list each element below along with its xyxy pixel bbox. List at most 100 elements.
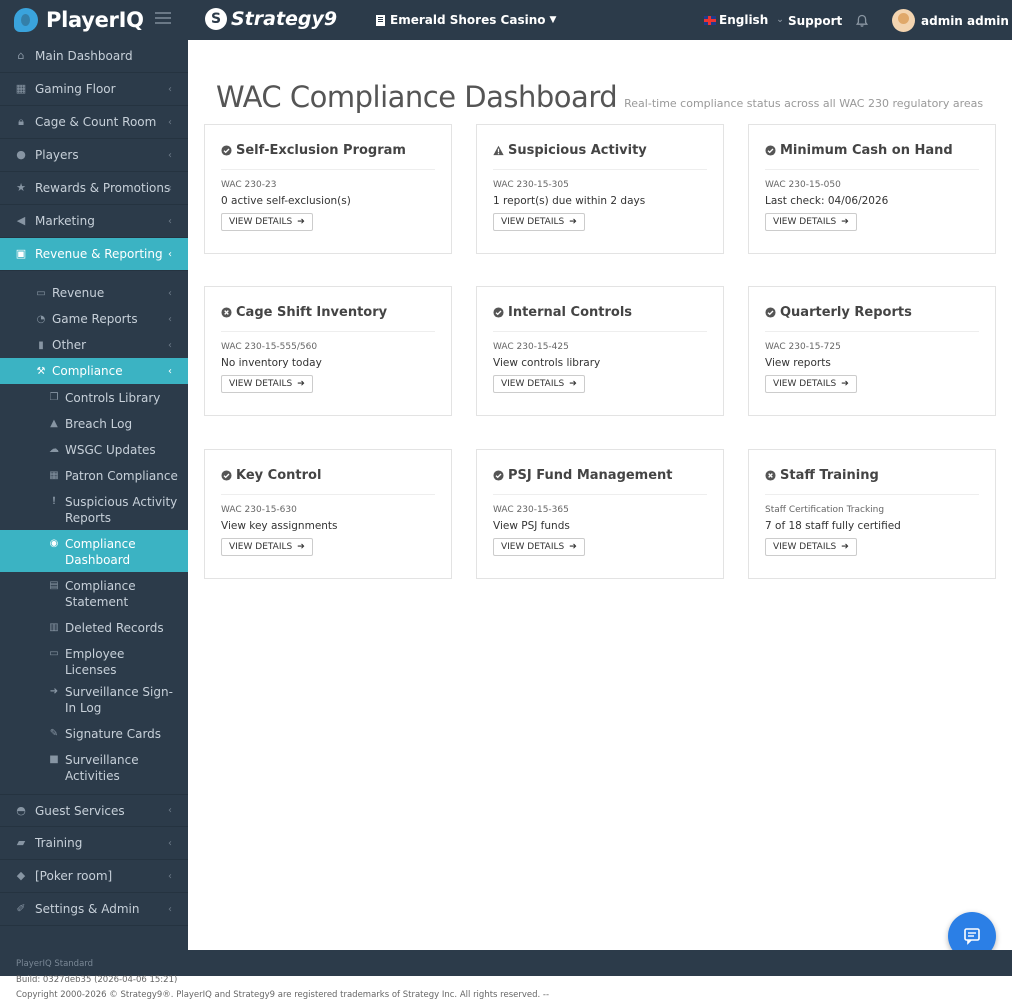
menu-toggle-icon[interactable] — [155, 12, 171, 26]
brand-logo[interactable]: PlayerIQ — [14, 6, 144, 34]
view-details-button[interactable]: VIEW DETAILS ➔ — [493, 213, 585, 231]
language-label: English — [719, 13, 769, 27]
table-icon: ▦ — [15, 82, 27, 95]
sidebar-item-label: Breach Log — [65, 417, 133, 431]
button-label: VIEW DETAILS — [501, 542, 565, 552]
view-details-button[interactable]: VIEW DETAILS ➔ — [765, 213, 857, 231]
page-title: WAC Compliance Dashboard — [216, 80, 618, 114]
arrow-right-icon: ➔ — [569, 379, 577, 389]
sidebar-item-employee-licenses[interactable]: ▭ Employee Licenses — [0, 640, 188, 678]
card-title-text: Suspicious Activity — [508, 143, 647, 158]
card-status: View controls library — [493, 357, 601, 369]
chevron-down-icon: ‹ — [168, 365, 172, 377]
sidebar-item-main-dashboard[interactable]: ⌂ Main Dashboard — [0, 40, 188, 73]
card-regulation-code: WAC 230-15-630 — [221, 505, 297, 515]
view-details-button[interactable]: VIEW DETAILS ➔ — [221, 538, 313, 556]
chevron-left-icon: ‹ — [168, 837, 172, 849]
card-title-text: Minimum Cash on Hand — [780, 143, 953, 158]
card-title-text: Staff Training — [780, 468, 879, 483]
card-regulation-code: WAC 230-15-425 — [493, 342, 569, 352]
footer: PlayerIQ Standard Build: 0327deb35 (2026… — [0, 950, 1012, 1008]
chevron-left-icon: ‹ — [168, 339, 172, 351]
check-circle-icon — [493, 470, 504, 481]
sidebar-item-guest-services[interactable]: ◓ Guest Services ‹ — [0, 794, 188, 827]
card-status: View reports — [765, 357, 831, 369]
building-icon — [376, 14, 385, 26]
view-details-button[interactable]: VIEW DETAILS ➔ — [493, 538, 585, 556]
sidebar-item-other[interactable]: ▮ Other ‹ — [0, 332, 188, 358]
sidebar-item-compliance-dashboard[interactable]: ◉ Compliance Dashboard — [0, 530, 188, 572]
arrow-right-icon: ➔ — [569, 217, 577, 227]
sidebar-item-settings-admin[interactable]: ✐ Settings & Admin ‹ — [0, 893, 188, 926]
language-selector[interactable]: English ⌄ — [704, 13, 784, 27]
sidebar-item-compliance-statement[interactable]: ▤ Compliance Statement — [0, 572, 188, 614]
card-title-text: Key Control — [236, 468, 322, 483]
diamond-icon: ◆ — [16, 869, 26, 882]
sidebar-item-training[interactable]: ▰ Training ‹ — [0, 827, 188, 860]
sidebar-item-suspicious-activity-reports[interactable]: ❗︎ Suspicious Activity Reports — [0, 488, 188, 530]
sidebar-item-cage-count-room[interactable]: 🔒︎ Cage & Count Room ‹ — [0, 106, 188, 139]
caret-down-icon: ▼ — [549, 15, 557, 25]
chevron-left-icon: ‹ — [168, 83, 172, 95]
sidebar-item-patron-compliance[interactable]: ▦ Patron Compliance — [0, 462, 188, 488]
user-icon: ● — [16, 148, 26, 161]
star-icon: ★ — [16, 181, 26, 194]
support-link[interactable]: Support — [788, 14, 842, 28]
chevron-left-icon: ‹ — [168, 903, 172, 915]
notifications-bell-icon[interactable] — [855, 14, 869, 28]
card-regulation-code: WAC 230-23 — [221, 180, 277, 190]
pie-chart-icon: ◔ — [36, 313, 46, 325]
edit-icon: ✎ — [49, 728, 59, 739]
button-label: VIEW DETAILS — [501, 379, 565, 389]
button-label: VIEW DETAILS — [229, 542, 293, 552]
view-details-button[interactable]: VIEW DETAILS ➔ — [765, 375, 857, 393]
view-details-button[interactable]: VIEW DETAILS ➔ — [493, 375, 585, 393]
bullhorn-icon: ◀ — [16, 214, 26, 227]
sidebar-item-revenue-reporting[interactable]: ▣ Revenue & Reporting ‹ — [0, 238, 188, 271]
view-details-button[interactable]: VIEW DETAILS ➔ — [221, 375, 313, 393]
sidebar-item-revenue[interactable]: ▭ Revenue ‹ — [0, 280, 188, 306]
compliance-card: Key Control WAC 230-15-630 View key assign… — [204, 449, 452, 579]
sidebar-item-controls-library[interactable]: ❐ Controls Library — [0, 384, 188, 410]
compliance-card: PSJ Fund Management WAC 230-15-365 View PS… — [476, 449, 724, 579]
check-circle-icon — [765, 307, 776, 318]
sidebar-item-wsgc-updates[interactable]: ☁ WSGC Updates — [0, 436, 188, 462]
exclamation-icon: ❗︎ — [52, 496, 56, 507]
sidebar-item-label: Settings & Admin — [35, 902, 140, 916]
card-title-text: Self-Exclusion Program — [236, 143, 406, 158]
sidebar-item-players[interactable]: ● Players ‹ — [0, 139, 188, 172]
times-circle-icon — [221, 307, 232, 318]
sidebar-item-signature-cards[interactable]: ✎ Signature Cards — [0, 720, 188, 746]
sidebar-item-label: Revenue — [52, 286, 105, 300]
sign-in-icon: ➜ — [49, 686, 59, 697]
casino-selector[interactable]: Emerald Shores Casino ▼ — [376, 13, 556, 27]
user-menu[interactable]: admin admin — [892, 9, 1009, 32]
chat-icon — [964, 928, 980, 945]
sidebar-item-breach-log[interactable]: ▲ Breach Log — [0, 410, 188, 436]
sidebar-item-label: Compliance Statement — [65, 579, 136, 609]
sidebar-item-marketing[interactable]: ◀ Marketing ‹ — [0, 205, 188, 238]
sidebar-item-surveillance-sign-in-log[interactable]: ➜ Surveillance Sign-In Log — [0, 678, 188, 720]
sidebar-item-surveillance-activities[interactable]: ■ Surveillance Activities — [0, 746, 188, 784]
money-icon: ▣ — [15, 247, 27, 260]
build-label: Build: 0327deb35 (2026-04-06 15:21) — [16, 975, 178, 985]
sidebar-item-label: Guest Services — [35, 803, 125, 818]
sidebar-item-game-reports[interactable]: ◔ Game Reports ‹ — [0, 306, 188, 332]
chevron-down-icon: ⌄ — [776, 15, 784, 25]
sidebar-item-compliance[interactable]: ⚒ Compliance ‹ — [0, 358, 188, 384]
card-status: View key assignments — [221, 520, 338, 532]
trash-icon: ▥ — [49, 622, 59, 633]
compliance-card: Cage Shift Inventory WAC 230-15-555/560 No… — [204, 286, 452, 416]
card-status: View PSJ funds — [493, 520, 570, 532]
sidebar-item-label: Cage & Count Room — [35, 115, 157, 129]
check-circle-icon — [493, 307, 504, 318]
sidebar-item-rewards[interactable]: ★ Rewards & Promotions ‹ — [0, 172, 188, 205]
concierge-icon: ◓ — [16, 803, 26, 817]
view-details-button[interactable]: VIEW DETAILS ➔ — [765, 538, 857, 556]
sidebar-item-poker-room[interactable]: ◆ [Poker room] ‹ — [0, 860, 188, 893]
sidebar-item-gaming-floor[interactable]: ▦ Gaming Floor ‹ — [0, 73, 188, 106]
view-details-button[interactable]: VIEW DETAILS ➔ — [221, 213, 313, 231]
card-status: No inventory today — [221, 357, 322, 369]
sidebar-item-label: Compliance Dashboard — [65, 537, 136, 567]
sidebar-item-deleted-records[interactable]: ▥ Deleted Records — [0, 614, 188, 640]
